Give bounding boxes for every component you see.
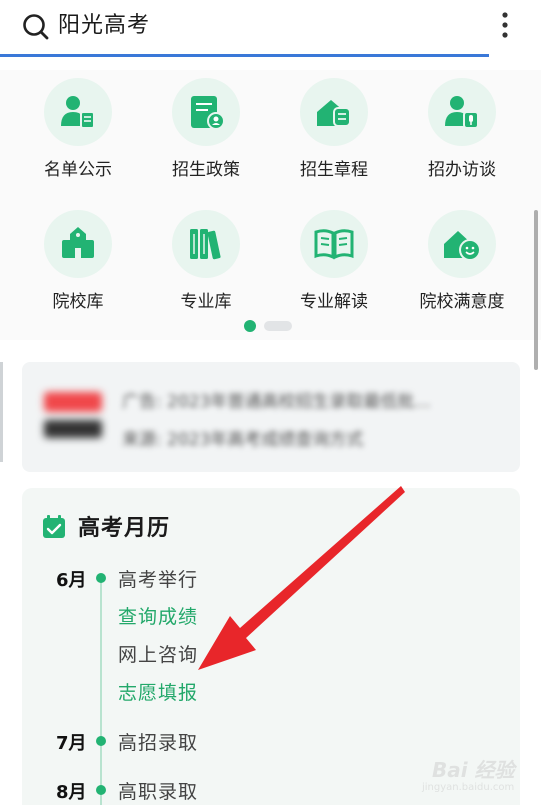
search-input[interactable]: 阳光高考 bbox=[58, 10, 150, 42]
page-dot-active bbox=[244, 320, 256, 332]
house-doc-icon bbox=[317, 100, 351, 127]
event-exam: 高考举行 bbox=[118, 569, 199, 591]
ad-logo bbox=[44, 392, 102, 412]
grid-icon-circle bbox=[428, 78, 496, 146]
school-building-icon bbox=[62, 227, 94, 258]
month-label: 7月 bbox=[56, 733, 87, 754]
event-admission: 高招录取 bbox=[118, 732, 199, 754]
timeline-dot bbox=[96, 785, 106, 795]
policy-doc-icon bbox=[191, 96, 225, 130]
grid-icon-circle bbox=[428, 210, 496, 278]
watermark-text: Bai 经验 bbox=[432, 758, 515, 782]
timeline-dot bbox=[96, 573, 106, 583]
watermark: Bai 经验 jingyan.baidu.com bbox=[392, 748, 532, 798]
grid-item-name-list[interactable]: 名单公示 bbox=[14, 74, 142, 194]
search-bar[interactable]: 阳光高考 bbox=[0, 0, 541, 58]
grid-item-label: 院校库 bbox=[52, 292, 104, 312]
grid-icon-circle bbox=[44, 210, 112, 278]
page-dot-inactive bbox=[264, 321, 292, 331]
ad-logo-sub bbox=[44, 420, 102, 438]
grid-item-satisfaction[interactable]: 院校满意度 bbox=[398, 206, 526, 326]
calendar-title: 高考月历 bbox=[78, 516, 171, 541]
grid-icon-circle bbox=[172, 210, 240, 278]
event-check-scores-link[interactable]: 查询成绩 bbox=[118, 602, 198, 629]
grid-item-charter[interactable]: 招生章程 bbox=[270, 74, 398, 194]
search-underline bbox=[0, 54, 489, 57]
person-doc-icon bbox=[61, 96, 95, 129]
house-smile-icon bbox=[444, 231, 481, 261]
event-online-consult: 网上咨询 bbox=[118, 644, 199, 666]
grid-item-label: 院校满意度 bbox=[419, 292, 505, 312]
calendar-check-icon bbox=[43, 515, 65, 538]
quick-access-grid: 名单公示 招生政策 招生章程 招办访谈 院校库 专业库 专业解读 院校满意度 bbox=[0, 70, 541, 340]
search-icon[interactable] bbox=[22, 12, 50, 42]
grid-item-major-library[interactable]: 专业库 bbox=[142, 206, 270, 326]
grid-icon-circle bbox=[44, 78, 112, 146]
timeline-dot bbox=[96, 736, 106, 746]
scrollbar[interactable] bbox=[534, 210, 538, 370]
grid-item-label: 招生政策 bbox=[172, 160, 240, 180]
event-application-link[interactable]: 志愿填报 bbox=[118, 678, 198, 705]
grid-item-policy[interactable]: 招生政策 bbox=[142, 74, 270, 194]
month-label: 6月 bbox=[56, 570, 87, 591]
grid-icon-circle bbox=[300, 210, 368, 278]
event-vocational-admission: 高职录取 bbox=[118, 781, 199, 803]
ad-line-2: 来源: 2023年高考成绩查询方式 bbox=[122, 430, 364, 450]
grid-item-label: 招办访谈 bbox=[428, 160, 496, 180]
grid-item-label: 专业库 bbox=[180, 292, 232, 312]
person-mic-icon bbox=[445, 96, 479, 129]
books-icon bbox=[190, 229, 221, 260]
grid-item-label: 专业解读 bbox=[300, 292, 368, 312]
grid-item-label: 招生章程 bbox=[300, 160, 368, 180]
ad-line-1: 广告: 2023年普通高校招生录取最低批... bbox=[122, 392, 431, 412]
grid-item-interview[interactable]: 招办访谈 bbox=[398, 74, 526, 194]
ad-banner[interactable]: 广告: 2023年普通高校招生录取最低批... 来源: 2023年高考成绩查询方… bbox=[22, 362, 520, 472]
grid-icon-circle bbox=[172, 78, 240, 146]
open-book-icon bbox=[314, 229, 354, 260]
ad-left-bar bbox=[0, 362, 3, 462]
grid-item-major-interpretation[interactable]: 专业解读 bbox=[270, 206, 398, 326]
watermark-sub: jingyan.baidu.com bbox=[422, 782, 515, 793]
timeline-line bbox=[100, 576, 102, 805]
month-label: 8月 bbox=[56, 782, 87, 803]
more-vertical-icon[interactable] bbox=[494, 10, 516, 42]
grid-item-school-library[interactable]: 院校库 bbox=[14, 206, 142, 326]
grid-item-label: 名单公示 bbox=[44, 160, 112, 180]
grid-icon-circle bbox=[300, 78, 368, 146]
